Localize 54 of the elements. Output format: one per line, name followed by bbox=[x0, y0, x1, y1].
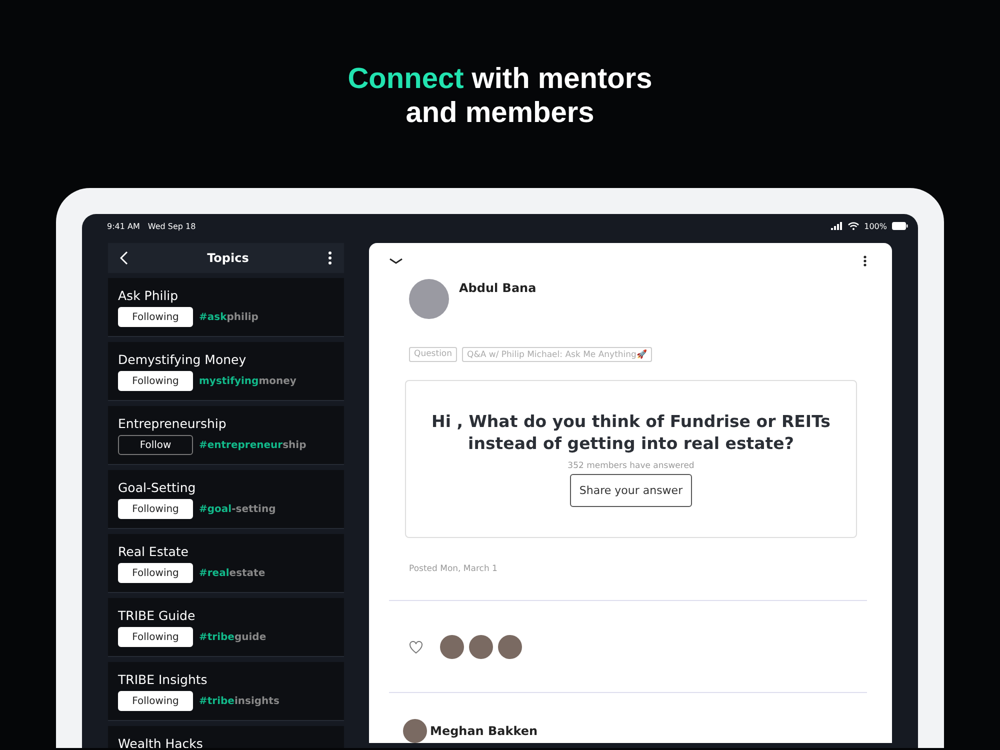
avatar bbox=[409, 279, 449, 319]
hashtag: #tribeinsights bbox=[199, 696, 280, 706]
hashtag: #askphilip bbox=[199, 312, 258, 322]
posted-date: Posted Mon, March 1 bbox=[409, 564, 498, 574]
signal-icon bbox=[831, 222, 844, 230]
more-icon[interactable] bbox=[863, 255, 867, 267]
topic-card[interactable]: Goal-Setting Following #goal-setting bbox=[108, 470, 344, 529]
follow-button[interactable]: Follow bbox=[118, 435, 193, 455]
topic-card[interactable]: Entrepreneurship Follow #entrepreneurship bbox=[108, 406, 344, 465]
topic-name: Entrepreneurship bbox=[118, 416, 228, 431]
heart-icon[interactable] bbox=[409, 640, 423, 654]
hashtag: #realestate bbox=[199, 568, 266, 578]
hashtag: mystifyingmoney bbox=[199, 376, 296, 386]
topic-card[interactable]: Demystifying Money Following mystifyingmoney bbox=[108, 342, 344, 401]
topic-name: Demystifying Money bbox=[118, 352, 248, 367]
battery-icon bbox=[892, 222, 908, 230]
topic-name: TRIBE Guide bbox=[118, 608, 196, 623]
topic-card[interactable]: TRIBE Insights Following #tribeinsights bbox=[108, 662, 344, 721]
back-icon[interactable] bbox=[120, 251, 128, 265]
hashtag: #tribeguide bbox=[199, 632, 266, 642]
hashtag: #entrepreneurship bbox=[199, 440, 306, 450]
topic-card[interactable]: Ask Philip Following #askphilip bbox=[108, 278, 344, 337]
follow-button[interactable]: Following bbox=[118, 499, 193, 519]
wifi-icon bbox=[848, 222, 860, 230]
topic-name: TRIBE Insights bbox=[118, 672, 208, 687]
follow-button[interactable]: Following bbox=[118, 371, 193, 391]
question-text: Hi , What do you think of Fundrise or REITs instead of getting into real estate? bbox=[430, 411, 832, 455]
hashtag: #goal-setting bbox=[199, 504, 276, 514]
avatar bbox=[498, 635, 522, 659]
topic-card[interactable]: Wealth Hacks bbox=[108, 726, 344, 748]
topic-name: Ask Philip bbox=[118, 288, 180, 303]
author-name: Meghan Bakken bbox=[430, 724, 538, 738]
avatar bbox=[469, 635, 493, 659]
topic-name: Wealth Hacks bbox=[118, 736, 204, 748]
avatar bbox=[440, 635, 464, 659]
topics-title: Topics bbox=[207, 251, 249, 265]
status-date: Wed Sep 18 bbox=[148, 222, 196, 230]
battery-percent: 100% bbox=[864, 222, 887, 230]
avatar bbox=[403, 719, 427, 743]
more-icon[interactable] bbox=[328, 251, 332, 265]
follow-button[interactable]: Following bbox=[118, 563, 193, 583]
follow-button[interactable]: Following bbox=[118, 691, 193, 711]
headline: Connect with mentors and members bbox=[346, 62, 654, 130]
topic-name: Goal-Setting bbox=[118, 480, 197, 495]
collapse-icon[interactable] bbox=[389, 258, 403, 264]
author-name: Abdul Bana bbox=[459, 281, 536, 295]
answer-count: 352 members have answered bbox=[568, 461, 694, 471]
topic-name: Real Estate bbox=[118, 544, 190, 559]
topic-card[interactable]: Real Estate Following #realestate bbox=[108, 534, 344, 593]
follow-button[interactable]: Following bbox=[118, 307, 193, 327]
status-time: 9:41 AM bbox=[107, 222, 140, 230]
topic-card[interactable]: TRIBE Guide Following #tribeguide bbox=[108, 598, 344, 657]
share-answer-button[interactable]: Share your answer bbox=[570, 474, 692, 507]
follow-button[interactable]: Following bbox=[118, 627, 193, 647]
